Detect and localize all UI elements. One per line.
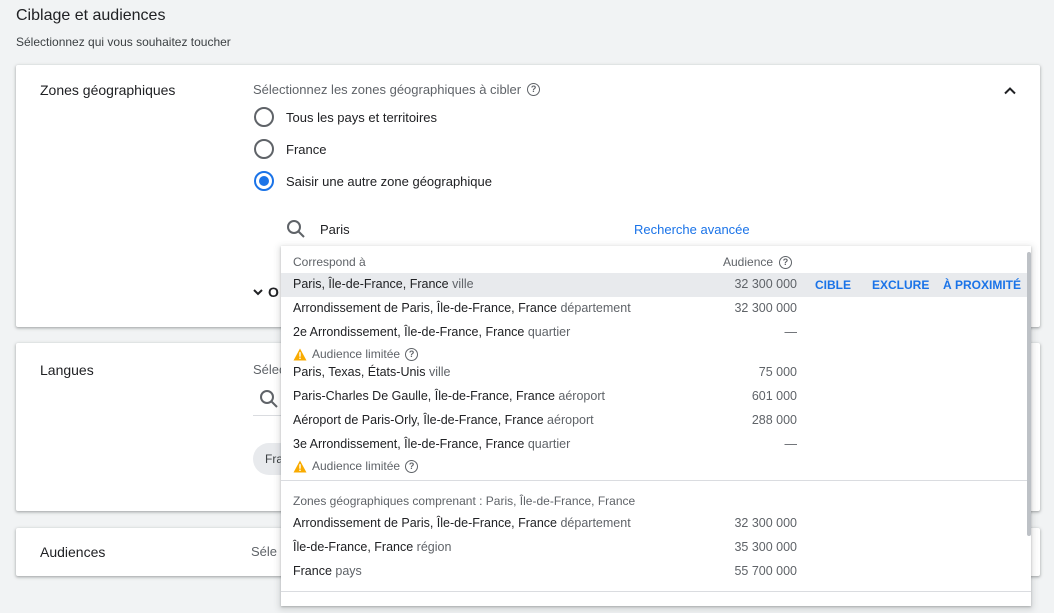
advanced-search-link[interactable]: Recherche avancée: [634, 222, 750, 237]
chevron-up-icon[interactable]: [1002, 83, 1018, 99]
result-audience: 75 000: [758, 365, 797, 379]
languages-label: Langues: [40, 362, 94, 378]
location-search-input[interactable]: [320, 221, 620, 237]
radio-button-checked[interactable]: [254, 171, 274, 191]
scrollbar[interactable]: [1027, 252, 1031, 536]
section-divider: [281, 591, 1031, 592]
result-row[interactable]: Paris, Île-de-France, France ville 32 30…: [281, 273, 1031, 297]
audiences-prompt: Séle: [251, 544, 278, 559]
limited-audience-warning: Audience limitée ?: [293, 459, 419, 473]
warning-text: Audience limitée: [312, 347, 401, 361]
result-row[interactable]: 2e Arrondissement, Île-de-France, France…: [281, 321, 1031, 363]
limited-audience-warning: Audience limitée ?: [293, 347, 419, 361]
radio-label: Saisir une autre zone géographique: [286, 173, 492, 189]
geo-label: Zones géographiques: [40, 82, 176, 98]
audiences-label: Audiences: [40, 544, 106, 560]
search-icon: [287, 220, 305, 238]
help-icon[interactable]: ?: [405, 347, 419, 361]
exclude-button[interactable]: EXCLURE: [872, 278, 943, 292]
warning-icon: [293, 348, 307, 360]
warning-text: Audience limitée: [312, 459, 401, 473]
result-audience: 35 300 000: [734, 540, 797, 554]
nearby-button[interactable]: À PROXIMITÉ: [943, 278, 1021, 292]
location-suggestions-dropdown: Correspond à Audience ? Paris, Île-de-Fr…: [281, 246, 1031, 606]
result-audience: —: [784, 325, 798, 339]
result-location: Aéroport de Paris-Orly, Île-de-France, F…: [293, 413, 594, 427]
result-location: France pays: [293, 564, 362, 578]
radio-france[interactable]: France: [254, 139, 326, 159]
geo-prompt: Sélectionnez les zones géographiques à c…: [253, 82, 541, 97]
radio-button[interactable]: [254, 139, 274, 159]
page-title: Ciblage et audiences: [16, 7, 166, 24]
radio-label: France: [286, 141, 327, 157]
result-audience: —: [784, 437, 798, 451]
dropdown-header: Correspond à Audience ?: [281, 246, 1031, 272]
audience-header-label: Audience: [723, 255, 774, 269]
help-icon[interactable]: ?: [527, 83, 541, 96]
help-icon[interactable]: ?: [405, 459, 419, 473]
collapsed-section-toggle[interactable]: O: [252, 284, 279, 300]
search-icon[interactable]: [259, 389, 279, 409]
result-audience: 601 000: [751, 389, 797, 403]
radio-all-countries[interactable]: Tous les pays et territoires: [254, 107, 437, 127]
result-audience: 32 300 000: [734, 277, 797, 291]
geo-prompt-text: Sélectionnez les zones géographiques à c…: [253, 82, 522, 97]
result-row[interactable]: 3e Arrondissement, Île-de-France, France…: [281, 433, 1031, 475]
result-location: 3e Arrondissement, Île-de-France, France…: [293, 437, 571, 451]
result-location: Arrondissement de Paris, Île-de-France, …: [293, 301, 631, 315]
result-location: Paris-Charles De Gaulle, Île-de-France, …: [293, 389, 605, 403]
result-location: 2e Arrondissement, Île-de-France, France…: [293, 325, 571, 339]
result-location: Paris, Texas, États-Unis ville: [293, 365, 451, 379]
result-row[interactable]: Arrondissement de Paris, Île-de-France, …: [281, 297, 1031, 321]
result-row[interactable]: Arrondissement de Paris, Île-de-France, …: [281, 512, 1031, 536]
result-row[interactable]: Paris-Charles De Gaulle, Île-de-France, …: [281, 385, 1031, 409]
location-search: [286, 219, 620, 239]
column-audience-header: Audience ?: [723, 255, 793, 269]
result-audience: 288 000: [751, 413, 797, 427]
row-actions: CIBLE EXCLURE À PROXIMITÉ: [815, 278, 1021, 292]
result-location: Paris, Île-de-France, France ville: [293, 277, 474, 291]
column-match-header: Correspond à: [293, 255, 366, 269]
section-divider: [281, 480, 1031, 481]
help-icon[interactable]: ?: [779, 255, 793, 269]
result-location: Île-de-France, France région: [293, 540, 452, 554]
result-row[interactable]: Île-de-France, France région 35 300 000: [281, 536, 1031, 560]
radio-other-location[interactable]: Saisir une autre zone géographique: [254, 171, 492, 191]
radio-button[interactable]: [254, 107, 274, 127]
chevron-down-icon: [253, 289, 263, 296]
warning-icon: [293, 460, 307, 472]
result-location: Arrondissement de Paris, Île-de-France, …: [293, 516, 631, 530]
result-row[interactable]: Paris, Texas, États-Unis ville 75 000: [281, 361, 1031, 385]
target-button[interactable]: CIBLE: [815, 278, 872, 292]
result-row[interactable]: Aéroport de Paris-Orly, Île-de-France, F…: [281, 409, 1031, 433]
containing-section-title: Zones géographiques comprenant : Paris, …: [293, 494, 636, 508]
page-subtitle: Sélectionnez qui vous souhaitez toucher: [16, 35, 231, 49]
result-audience: 32 300 000: [734, 301, 797, 315]
result-audience: 55 700 000: [734, 564, 797, 578]
result-row[interactable]: France pays 55 700 000: [281, 560, 1031, 584]
collapsed-section-label: O: [268, 284, 279, 300]
result-audience: 32 300 000: [734, 516, 797, 530]
radio-label: Tous les pays et territoires: [286, 109, 438, 125]
